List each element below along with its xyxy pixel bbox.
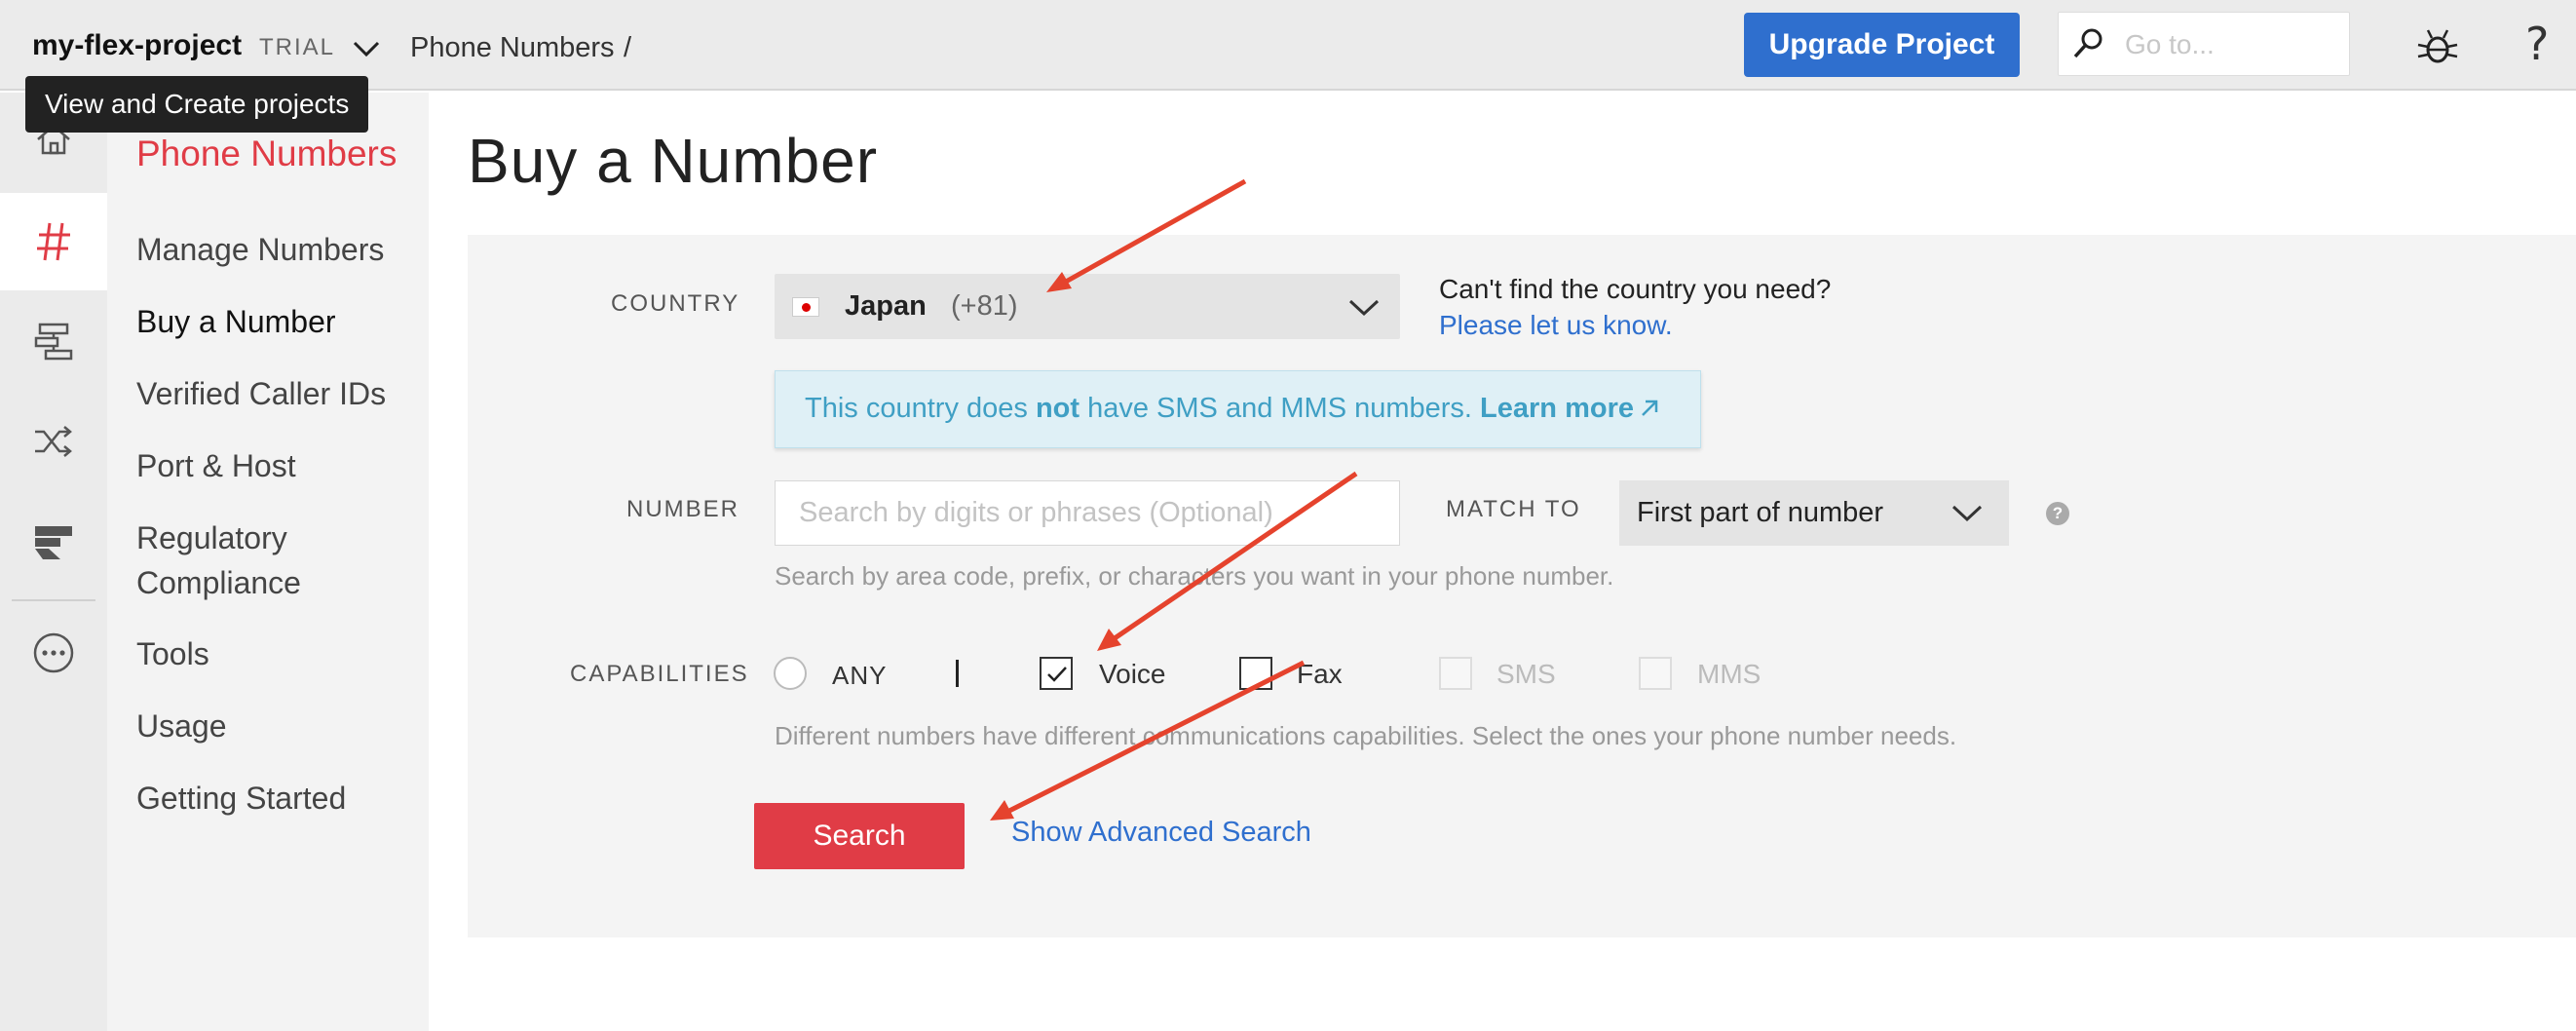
chevron-down-icon [1348,299,1380,317]
help-badge-icon[interactable]: ? [2046,502,2069,525]
capability-divider [956,660,959,687]
show-advanced-search-link[interactable]: Show Advanced Search [1011,817,1311,849]
breadcrumb-separator: / [624,32,632,63]
flex-icon [35,526,72,559]
country-label: COUNTRY [611,290,740,317]
goto-search-box[interactable] [2058,12,2350,76]
more-icon [33,632,74,673]
rail-item-routing[interactable] [0,393,107,490]
sidebar-item-regulatory-compliance[interactable]: Regulatory Compliance [136,516,341,605]
external-link-icon[interactable] [1638,397,1661,420]
sidebar-item-port-and-host[interactable]: Port & Host [136,443,419,488]
checkmark-icon [1047,667,1067,682]
rail-item-more[interactable] [0,604,107,702]
voice-label[interactable]: Voice [1099,659,1166,690]
sidebar-item-verified-caller-ids[interactable]: Verified Caller IDs [136,371,419,416]
sidebar-item-getting-started[interactable]: Getting Started [136,776,419,821]
number-label: NUMBER [626,496,740,522]
search-button[interactable]: Search [754,803,965,869]
let-us-know-link[interactable]: Please let us know. [1439,310,1673,341]
sidebar-item-tools[interactable]: Tools [136,631,419,676]
chevron-down-icon[interactable] [352,37,381,60]
number-hint: Search by area code, prefix, or characte… [775,561,1614,591]
match-to-select[interactable]: First part of number [1619,480,2009,546]
project-name[interactable]: my-flex-project [32,29,242,62]
chevron-down-icon [1951,505,1983,522]
shuffle-icon [35,426,72,457]
japan-flag-icon [792,297,819,317]
match-to-value: First part of number [1637,497,1884,528]
fax-checkbox[interactable] [1239,657,1272,690]
upgrade-project-button[interactable]: Upgrade Project [1744,13,2020,77]
help-icon[interactable]: ? [2525,18,2549,70]
capabilities-hint: Different numbers have different communi… [775,721,1957,750]
country-name: Japan [845,290,927,322]
hash-icon [37,222,70,261]
sidebar: Phone Numbers Manage Numbers Buy a Numbe… [107,93,429,1031]
sms-checkbox [1439,657,1472,690]
country-select[interactable]: Japan (+81) [775,274,1400,339]
breadcrumb[interactable]: Phone Numbers [410,32,615,64]
notice-text: This country does not have SMS and MMS n… [805,393,1661,425]
sms-label: SMS [1496,659,1556,689]
bug-icon[interactable] [2416,25,2459,68]
learn-more-link[interactable]: Learn more [1480,393,1634,424]
top-bar: my-flex-project TRIAL Phone Numbers / Up… [0,0,2576,91]
any-label[interactable]: ANY [832,661,887,691]
sidebar-item-buy-a-number[interactable]: Buy a Number [136,299,419,344]
trial-badge: TRIAL [259,34,336,60]
sidebar-title[interactable]: Phone Numbers [136,134,397,174]
capabilities-label: CAPABILITIES [570,661,749,687]
flow-icon [34,323,73,361]
sidebar-item-manage-numbers[interactable]: Manage Numbers [136,227,419,272]
voice-checkbox[interactable] [1040,657,1073,690]
sms-mms-notice: This country does not have SMS and MMS n… [775,370,1701,448]
match-to-label: MATCH TO [1446,496,1581,522]
page-title: Buy a Number [468,126,879,196]
projects-tooltip: View and Create projects [25,76,369,133]
any-radio[interactable] [774,657,807,690]
fax-label[interactable]: Fax [1297,659,1343,690]
sidebar-item-usage[interactable]: Usage [136,704,419,748]
mms-checkbox [1639,657,1672,690]
mms-label: MMS [1697,659,1762,689]
country-help-text: Can't find the country you need? [1439,274,1832,304]
rail-item-flex[interactable] [0,492,107,590]
goto-input[interactable] [2125,26,2339,63]
rail-item-phone-numbers[interactable] [0,193,107,290]
search-icon [2073,28,2102,58]
rail-divider [12,599,95,601]
rail-item-studio[interactable] [0,292,107,390]
number-search-input[interactable] [775,480,1400,546]
product-rail [0,93,107,1031]
country-code: (+81) [951,290,1018,322]
